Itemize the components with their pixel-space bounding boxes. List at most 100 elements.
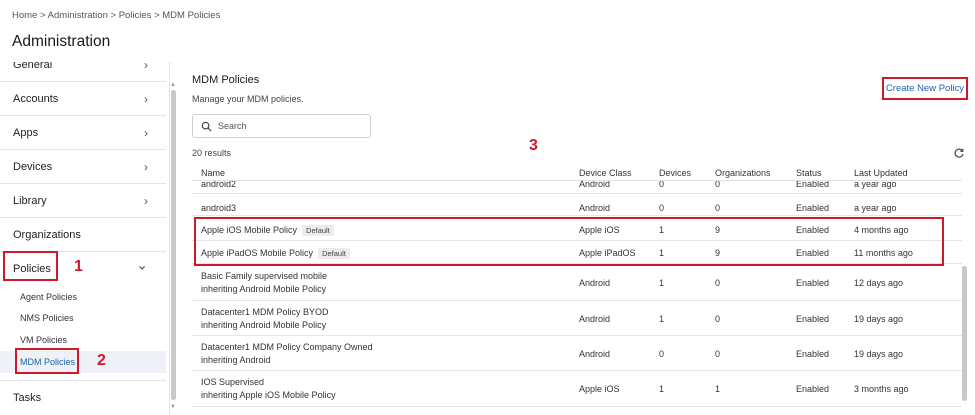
sidebar-item-tasks[interactable]: Tasks <box>0 380 166 414</box>
inheritance-note: inheriting Android Mobile Policy <box>201 284 327 294</box>
annotation-number-1: 1 <box>74 258 83 275</box>
sidebar-scrollbar[interactable]: ▲ ▼ <box>170 62 177 412</box>
cell-status: Enabled <box>796 181 830 189</box>
cell-organizations: 0 <box>715 278 721 288</box>
policy-name: IOS Supervised <box>201 377 265 387</box>
highlight-box-policies <box>3 251 58 281</box>
table-row[interactable]: android3 Android 0 0 Enabled a year ago <box>192 194 962 216</box>
policy-name: Basic Family supervised mobile <box>201 271 328 281</box>
section-subtitle: Manage your MDM policies. <box>192 94 304 104</box>
cell-status: Enabled <box>796 278 830 288</box>
column-header-organizations[interactable]: Organizations <box>715 168 771 178</box>
cell-devices: 0 <box>659 203 665 213</box>
sidebar-item-label: Apps <box>13 126 39 139</box>
breadcrumb-current: MDM Policies <box>162 10 221 21</box>
cell-last-updated: 3 months ago <box>854 384 909 394</box>
cell-device-class: Android <box>579 349 611 359</box>
cell-devices: 0 <box>659 181 665 189</box>
chevron-right-icon: › <box>144 91 148 106</box>
sidebar-item-label: Library <box>13 194 47 207</box>
cell-organizations: 0 <box>715 349 721 359</box>
cell-name: Basic Family supervised mobile inheriting… <box>201 271 327 294</box>
cell-device-class: Apple iOS <box>579 384 620 394</box>
policy-name: Datacenter1 MDM Policy BYOD <box>201 307 329 317</box>
cell-last-updated: 12 days ago <box>854 278 904 288</box>
sidebar-item-label: Organizations <box>13 228 81 241</box>
sidebar-scrollbar-thumb[interactable] <box>171 90 176 400</box>
table-scrollbar[interactable] <box>961 181 968 411</box>
sidebar-item-accounts[interactable]: Accounts › <box>0 82 166 116</box>
sidebar-item-library[interactable]: Library › <box>0 184 166 218</box>
inheritance-note: inheriting Apple iOS Mobile Policy <box>201 390 336 400</box>
sidebar-subitem-vm-policies[interactable]: VM Policies <box>20 335 67 345</box>
scroll-down-icon[interactable]: ▼ <box>170 404 176 410</box>
cell-organizations: 0 <box>715 181 721 189</box>
annotation-number-3: 3 <box>529 137 538 154</box>
sidebar-item-label: General <box>13 62 53 71</box>
column-header-status[interactable]: Status <box>796 168 822 178</box>
sidebar-item-label: Devices <box>13 160 53 173</box>
cell-devices: 1 <box>659 384 665 394</box>
search-box[interactable] <box>192 114 371 138</box>
refresh-icon[interactable] <box>953 147 965 159</box>
table-row[interactable]: Datacenter1 MDM Policy Company Owned inhe… <box>192 336 962 371</box>
table-row[interactable]: Basic Family supervised mobile inheriting… <box>192 265 962 301</box>
cell-last-updated: a year ago <box>854 181 897 189</box>
sidebar-item-devices[interactable]: Devices › <box>0 150 166 184</box>
chevron-right-icon: › <box>144 193 148 208</box>
column-header-device-class[interactable]: Device Class <box>579 168 632 178</box>
search-icon <box>201 121 212 132</box>
cell-device-class: Android <box>579 181 611 189</box>
breadcrumb-separator: > <box>107 10 119 21</box>
sidebar-item-general[interactable]: General › <box>0 62 166 82</box>
table-row[interactable]: IOS Supervised inheriting Apple iOS Mobil… <box>192 371 962 407</box>
cell-status: Enabled <box>796 384 830 394</box>
annotation-number-2: 2 <box>97 352 106 369</box>
cell-status: Enabled <box>796 203 830 213</box>
sidebar-subitem-nms-policies[interactable]: NMS Policies <box>20 313 74 323</box>
chevron-right-icon: › <box>144 159 148 174</box>
page-title: Administration <box>12 33 111 50</box>
cell-status: Enabled <box>796 314 830 324</box>
sidebar-item-label: Tasks <box>13 391 42 404</box>
column-header-name[interactable]: Name <box>201 168 225 178</box>
scroll-up-icon[interactable]: ▲ <box>170 82 176 88</box>
cell-device-class: Android <box>579 203 611 213</box>
sidebar-item-label: Accounts <box>13 92 59 105</box>
sidebar-item-apps[interactable]: Apps › <box>0 116 166 150</box>
cell-devices: 1 <box>659 278 665 288</box>
cell-device-class: Android <box>579 314 611 324</box>
chevron-down-icon: ⌄ <box>136 256 148 273</box>
table-row[interactable]: android2 Android 0 0 Enabled a year ago <box>192 181 962 194</box>
sidebar-item-organizations[interactable]: Organizations <box>0 218 166 252</box>
cell-device-class: Android <box>579 278 611 288</box>
table-scrollbar-thumb[interactable] <box>962 266 967 401</box>
cell-organizations: 1 <box>715 384 721 394</box>
policies-table: android2 Android 0 0 Enabled a year ago … <box>192 181 962 411</box>
cell-name: Datacenter1 MDM Policy Company Owned inhe… <box>201 342 373 365</box>
cell-organizations: 0 <box>715 314 721 324</box>
inheritance-note: inheriting Android <box>201 355 271 365</box>
cell-name: IOS Supervised inheriting Apple iOS Mobil… <box>201 377 336 400</box>
search-input[interactable] <box>218 121 358 131</box>
inheritance-note: inheriting Android Mobile Policy <box>201 320 327 330</box>
table-row[interactable]: Datacenter1 MDM Policy BYOD inheriting An… <box>192 301 962 336</box>
cell-status: Enabled <box>796 349 830 359</box>
create-new-policy-button[interactable]: Create New Policy <box>882 77 968 100</box>
breadcrumb-separator: > <box>37 10 48 21</box>
breadcrumb-home[interactable]: Home <box>12 10 37 21</box>
breadcrumb-administration[interactable]: Administration <box>48 10 108 21</box>
cell-name: Datacenter1 MDM Policy BYOD inheriting An… <box>201 307 329 330</box>
cell-last-updated: 19 days ago <box>854 349 904 359</box>
sidebar-subitem-agent-policies[interactable]: Agent Policies <box>20 292 77 302</box>
results-count: 20 results <box>192 148 232 158</box>
chevron-right-icon: › <box>144 125 148 140</box>
policy-name: Datacenter1 MDM Policy Company Owned <box>201 342 373 352</box>
column-header-devices[interactable]: Devices <box>659 168 691 178</box>
column-header-last-updated[interactable]: Last Updated <box>854 168 908 178</box>
breadcrumb: Home > Administration > Policies > MDM P… <box>12 10 220 21</box>
cell-last-updated: 19 days ago <box>854 314 904 324</box>
breadcrumb-policies[interactable]: Policies <box>119 10 152 21</box>
cell-name: android3 <box>201 203 237 213</box>
cell-last-updated: a year ago <box>854 203 897 213</box>
